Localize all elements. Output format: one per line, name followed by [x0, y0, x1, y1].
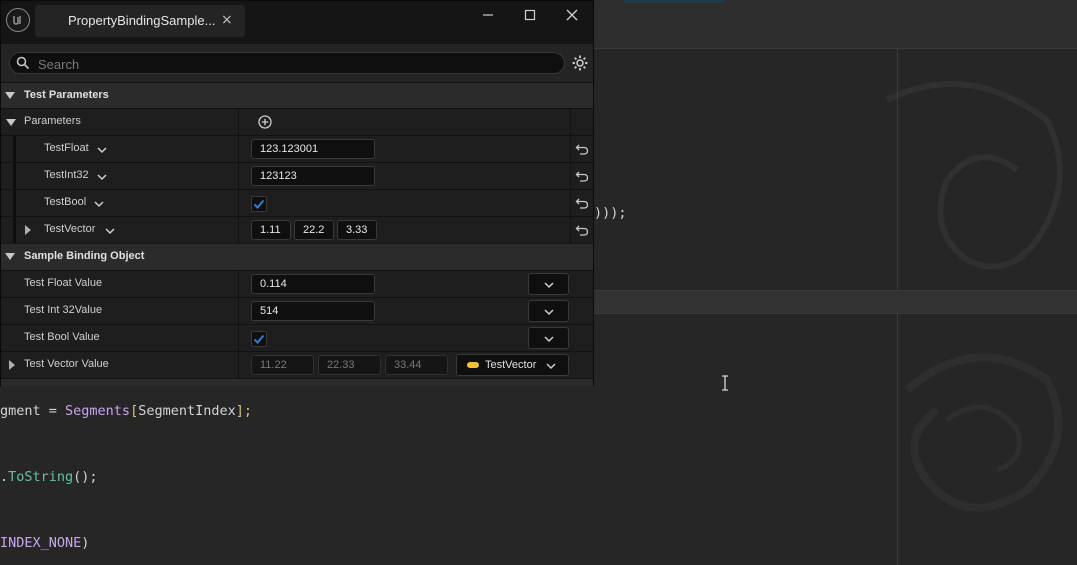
chevron-down-icon: [544, 282, 554, 289]
window-bottom-bar: [1, 378, 593, 386]
binding-row-int: Test Int 32Value 514: [1, 297, 593, 324]
window-tab[interactable]: PropertyBindingSample... ×: [35, 5, 245, 37]
minimize-button[interactable]: [473, 7, 503, 27]
parameters-label: Parameters: [24, 115, 81, 127]
chevron-down-icon[interactable]: [105, 227, 115, 235]
testint32-value-field[interactable]: 123123: [251, 166, 375, 186]
search-icon: [16, 56, 30, 70]
vector-y-field: 22.33: [318, 355, 381, 375]
param-row-testbool: TestBool: [1, 189, 593, 217]
code-token: ): [81, 535, 90, 551]
testfloat-value-field[interactable]: 123.123001: [251, 139, 375, 159]
section-title: Sample Binding Object: [24, 250, 145, 262]
code-token: [: [130, 403, 139, 419]
binding-row-float: Test Float Value 0.114: [1, 270, 593, 297]
param-name: TestFloat: [44, 142, 89, 154]
property-binding-window: PropertyBindingSample... × Search Test P…: [0, 0, 594, 386]
code-token: )));: [594, 205, 627, 221]
code-token: SegmentIndex: [138, 403, 236, 419]
vector-binding-dropdown[interactable]: TestVector: [456, 354, 569, 376]
tab-title: PropertyBindingSample...: [68, 13, 216, 28]
editor-tab-strip: [594, 0, 1077, 49]
add-parameter-icon[interactable]: [258, 115, 272, 129]
unreal-logo-icon: [6, 8, 30, 32]
settings-gear-icon[interactable]: [571, 54, 589, 72]
checkmark-icon: [253, 199, 265, 209]
param-name: TestVector: [44, 223, 96, 235]
text-cursor-icon: [722, 375, 728, 391]
testbool-checkbox[interactable]: [251, 196, 267, 212]
bool-value-checkbox[interactable]: [251, 331, 267, 347]
collapse-arrow-icon[interactable]: [5, 253, 15, 260]
vector-z-field: 33.44: [385, 355, 448, 375]
float-value-field[interactable]: 0.114: [251, 274, 375, 294]
chevron-down-icon: [544, 309, 554, 316]
code-token: .: [0, 469, 9, 485]
reset-to-default-icon[interactable]: [575, 142, 589, 156]
vector-x-field: 11.22: [251, 355, 314, 375]
code-token: gment =: [0, 403, 66, 419]
binding-row-vector: Test Vector Value 11.22 22.33 33.44 Test…: [1, 351, 593, 378]
binding-dropdown-button[interactable]: [528, 273, 569, 295]
search-input[interactable]: [36, 54, 560, 74]
binding-name: Test Vector Value: [24, 358, 109, 370]
close-button[interactable]: [557, 7, 587, 27]
collapse-arrow-icon[interactable]: [5, 92, 15, 99]
search-row: [1, 44, 593, 82]
collapse-arrow-icon[interactable]: [6, 119, 16, 126]
section-test-parameters[interactable]: Test Parameters: [1, 82, 593, 109]
binding-row-bool: Test Bool Value: [1, 324, 593, 351]
code-token: ];: [235, 403, 253, 419]
title-bar[interactable]: PropertyBindingSample... ×: [1, 1, 593, 43]
binding-source-label: TestVector: [485, 359, 537, 371]
chevron-down-icon: [544, 336, 554, 343]
binding-name: Test Float Value: [24, 277, 103, 289]
chevron-down-icon[interactable]: [97, 146, 107, 154]
code-token: ToString: [8, 469, 74, 485]
testvector-y-field[interactable]: 22.2: [294, 220, 334, 240]
param-row-testvector: TestVector 1.11 22.2 3.33: [1, 216, 593, 244]
search-box[interactable]: [9, 52, 565, 74]
param-row-testint32: TestInt32 123123: [1, 162, 593, 190]
param-row-testfloat: TestFloat 123.123001: [1, 135, 593, 163]
code-token: INDEX_NONE: [0, 535, 82, 551]
param-name: TestInt32: [44, 169, 89, 181]
int-value-field[interactable]: 514: [251, 301, 375, 321]
background-artwork: [885, 81, 1063, 512]
section-title: Test Parameters: [24, 89, 109, 101]
tab-close-icon[interactable]: ×: [221, 12, 233, 28]
checkmark-icon: [253, 334, 265, 344]
param-name: TestBool: [44, 196, 87, 208]
reset-to-default-icon[interactable]: [575, 196, 589, 210]
chevron-down-icon: [546, 363, 556, 370]
code-line: gment = Segments[SegmentIndex];: [0, 403, 252, 419]
code-line: )));: [594, 205, 627, 221]
section-sample-binding-object[interactable]: Sample Binding Object: [1, 243, 593, 270]
code-token: ();: [73, 469, 98, 485]
chevron-down-icon[interactable]: [97, 173, 107, 181]
testvector-x-field[interactable]: 1.11: [251, 220, 291, 240]
expand-arrow-icon[interactable]: [9, 360, 15, 370]
reset-to-default-icon[interactable]: [575, 169, 589, 183]
binding-name: Test Int 32Value: [24, 304, 103, 316]
code-line: .ToString();: [0, 469, 98, 485]
binding-dropdown-button[interactable]: [528, 300, 569, 322]
reset-to-default-icon[interactable]: [575, 223, 589, 237]
parameters-row: Parameters: [1, 108, 593, 135]
expand-arrow-icon[interactable]: [25, 225, 31, 235]
code-token: Segments: [65, 403, 131, 419]
chevron-down-icon[interactable]: [94, 200, 104, 208]
testvector-z-field[interactable]: 3.33: [337, 220, 377, 240]
code-line: INDEX_NONE): [0, 535, 89, 551]
binding-name: Test Bool Value: [24, 331, 100, 343]
maximize-button[interactable]: [515, 7, 545, 27]
vector-type-pill-icon: [467, 362, 479, 368]
binding-dropdown-button[interactable]: [528, 327, 569, 349]
